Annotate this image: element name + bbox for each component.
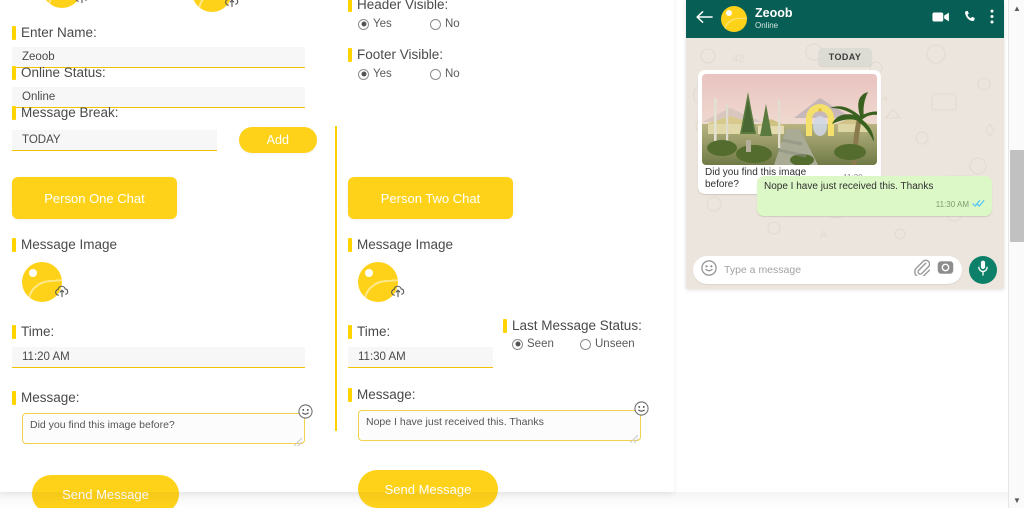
voice-call-icon[interactable] bbox=[963, 10, 977, 29]
radio-label: Yes bbox=[373, 18, 392, 30]
scroll-down-arrow-icon[interactable]: ▼ bbox=[1009, 492, 1024, 508]
upload-cloud-icon[interactable] bbox=[54, 284, 70, 303]
page-scrollbar[interactable]: ▲ ▼ bbox=[1008, 0, 1024, 508]
person-one-message-image-label: Message Image bbox=[12, 237, 317, 253]
contact-name: Zeoob bbox=[755, 6, 793, 20]
person-two-message-image-label: Message Image bbox=[348, 237, 660, 253]
person-one-message-image-upload[interactable] bbox=[22, 262, 317, 302]
outgoing-message-bubble: Nope I have just received this. Thanks 1… bbox=[757, 176, 992, 216]
header-visible-no-option[interactable]: No bbox=[430, 18, 460, 30]
person-one-message-textarea[interactable]: Did you find this image before? bbox=[22, 413, 305, 444]
person-one-chat-header-button[interactable]: Person One Chat bbox=[12, 177, 177, 219]
last-message-status-radio-group[interactable]: Seen Unseen bbox=[503, 338, 653, 350]
radio-dot-icon bbox=[430, 18, 441, 30]
contact-info: Zeoob Online bbox=[755, 7, 793, 31]
header-action-icons bbox=[932, 9, 994, 29]
textarea-resize-handle[interactable] bbox=[630, 435, 638, 443]
person-two-time-input[interactable] bbox=[348, 347, 493, 368]
footer-visible-label: Footer Visible: bbox=[348, 47, 648, 63]
upload-cloud-icon[interactable] bbox=[74, 0, 90, 9]
contact-status: Online bbox=[755, 21, 779, 30]
textarea-resize-handle[interactable] bbox=[294, 438, 302, 446]
person-two-message-image-upload[interactable] bbox=[358, 262, 660, 302]
radio-dot-icon bbox=[580, 338, 591, 350]
person-one-time-label: Time: bbox=[12, 324, 317, 340]
back-arrow-icon[interactable] bbox=[696, 10, 713, 29]
svg-text:A: A bbox=[820, 229, 828, 241]
person-two-message-textarea[interactable]: Nope I have just received this. Thanks bbox=[358, 410, 641, 441]
contact-avatar[interactable] bbox=[721, 6, 747, 32]
last-message-status-label: Last Message Status: bbox=[503, 318, 653, 334]
whatsapp-input-bar: Type a message bbox=[686, 251, 1004, 289]
person-two-chat-header-button[interactable]: Person Two Chat bbox=[348, 177, 513, 219]
message-image-upload-top-left[interactable] bbox=[42, 0, 96, 8]
message-input-placeholder: Type a message bbox=[724, 264, 802, 276]
header-visible-radio-group[interactable]: Yes No bbox=[348, 18, 648, 30]
message-break-input[interactable] bbox=[12, 129, 217, 151]
column-divider bbox=[335, 126, 337, 431]
emoji-picker-icon[interactable] bbox=[634, 401, 649, 421]
person-one-time-input[interactable] bbox=[12, 347, 305, 368]
microphone-icon bbox=[977, 260, 989, 281]
scroll-up-arrow-icon[interactable]: ▲ bbox=[1009, 0, 1024, 16]
message-input-field[interactable]: Type a message bbox=[693, 256, 962, 284]
radio-dot-icon bbox=[358, 18, 369, 30]
voice-record-button[interactable] bbox=[969, 256, 997, 284]
scrollbar-thumb[interactable] bbox=[1010, 150, 1024, 242]
radio-label: Unseen bbox=[595, 338, 635, 350]
settings-form-card: Enter Name: Online Status: Message Break… bbox=[0, 0, 674, 508]
message-attached-image[interactable] bbox=[702, 74, 877, 165]
attach-paperclip-icon[interactable] bbox=[913, 259, 931, 281]
footer-visible-no-option[interactable]: No bbox=[430, 68, 460, 80]
upload-cloud-icon[interactable] bbox=[224, 0, 240, 13]
person-two-message-label: Message: bbox=[348, 387, 660, 403]
outgoing-bubble-meta: 11:30 AM bbox=[764, 195, 985, 213]
add-button[interactable]: Add bbox=[238, 127, 317, 153]
last-status-unseen-option[interactable]: Unseen bbox=[580, 338, 635, 350]
day-divider-badge: TODAY bbox=[818, 48, 872, 66]
radio-label: Yes bbox=[373, 68, 392, 80]
footer-visible-radio-group[interactable]: Yes No bbox=[348, 68, 648, 80]
svg-text:42: 42 bbox=[732, 53, 744, 65]
person-one-message-label: Message: bbox=[12, 390, 317, 406]
emoji-picker-icon[interactable] bbox=[298, 404, 313, 424]
message-image-upload-top-right[interactable] bbox=[192, 0, 246, 12]
card-bottom-shadow bbox=[0, 492, 1024, 508]
radio-label: No bbox=[445, 18, 460, 30]
online-status-label: Online Status: bbox=[12, 65, 305, 81]
whatsapp-chat-header: Zeoob Online bbox=[686, 0, 1004, 38]
whatsapp-message-list: 4224 A+ TODAY bbox=[686, 38, 1004, 251]
video-call-icon[interactable] bbox=[932, 10, 950, 28]
message-break-label: Message Break: bbox=[12, 105, 317, 121]
whatsapp-preview-panel: Zeoob Online 42 A + TODAY Did you find t… bbox=[686, 0, 1004, 289]
upload-cloud-icon[interactable] bbox=[390, 284, 406, 303]
emoji-icon[interactable] bbox=[701, 259, 717, 281]
radio-dot-icon bbox=[358, 68, 369, 80]
name-label: Enter Name: bbox=[12, 25, 305, 41]
radio-label: No bbox=[445, 68, 460, 80]
camera-icon[interactable] bbox=[937, 259, 954, 281]
outgoing-message-text: Nope I have just received this. Thanks bbox=[764, 181, 934, 192]
header-visible-yes-option[interactable]: Yes bbox=[358, 18, 430, 30]
more-options-icon[interactable] bbox=[990, 9, 994, 29]
radio-label: Seen bbox=[527, 338, 554, 350]
radio-dot-icon bbox=[430, 68, 441, 80]
header-visible-label: Header Visible: bbox=[348, 0, 648, 13]
svg-text:+: + bbox=[882, 93, 888, 105]
read-receipt-double-check-icon bbox=[972, 195, 985, 213]
last-status-seen-option[interactable]: Seen bbox=[512, 338, 580, 350]
outgoing-message-time: 11:30 AM bbox=[935, 199, 969, 209]
person-two-time-label: Time: bbox=[348, 324, 503, 340]
radio-dot-icon bbox=[512, 338, 523, 350]
footer-visible-yes-option[interactable]: Yes bbox=[358, 68, 430, 80]
page-root: Enter Name: Online Status: Message Break… bbox=[0, 0, 1024, 508]
